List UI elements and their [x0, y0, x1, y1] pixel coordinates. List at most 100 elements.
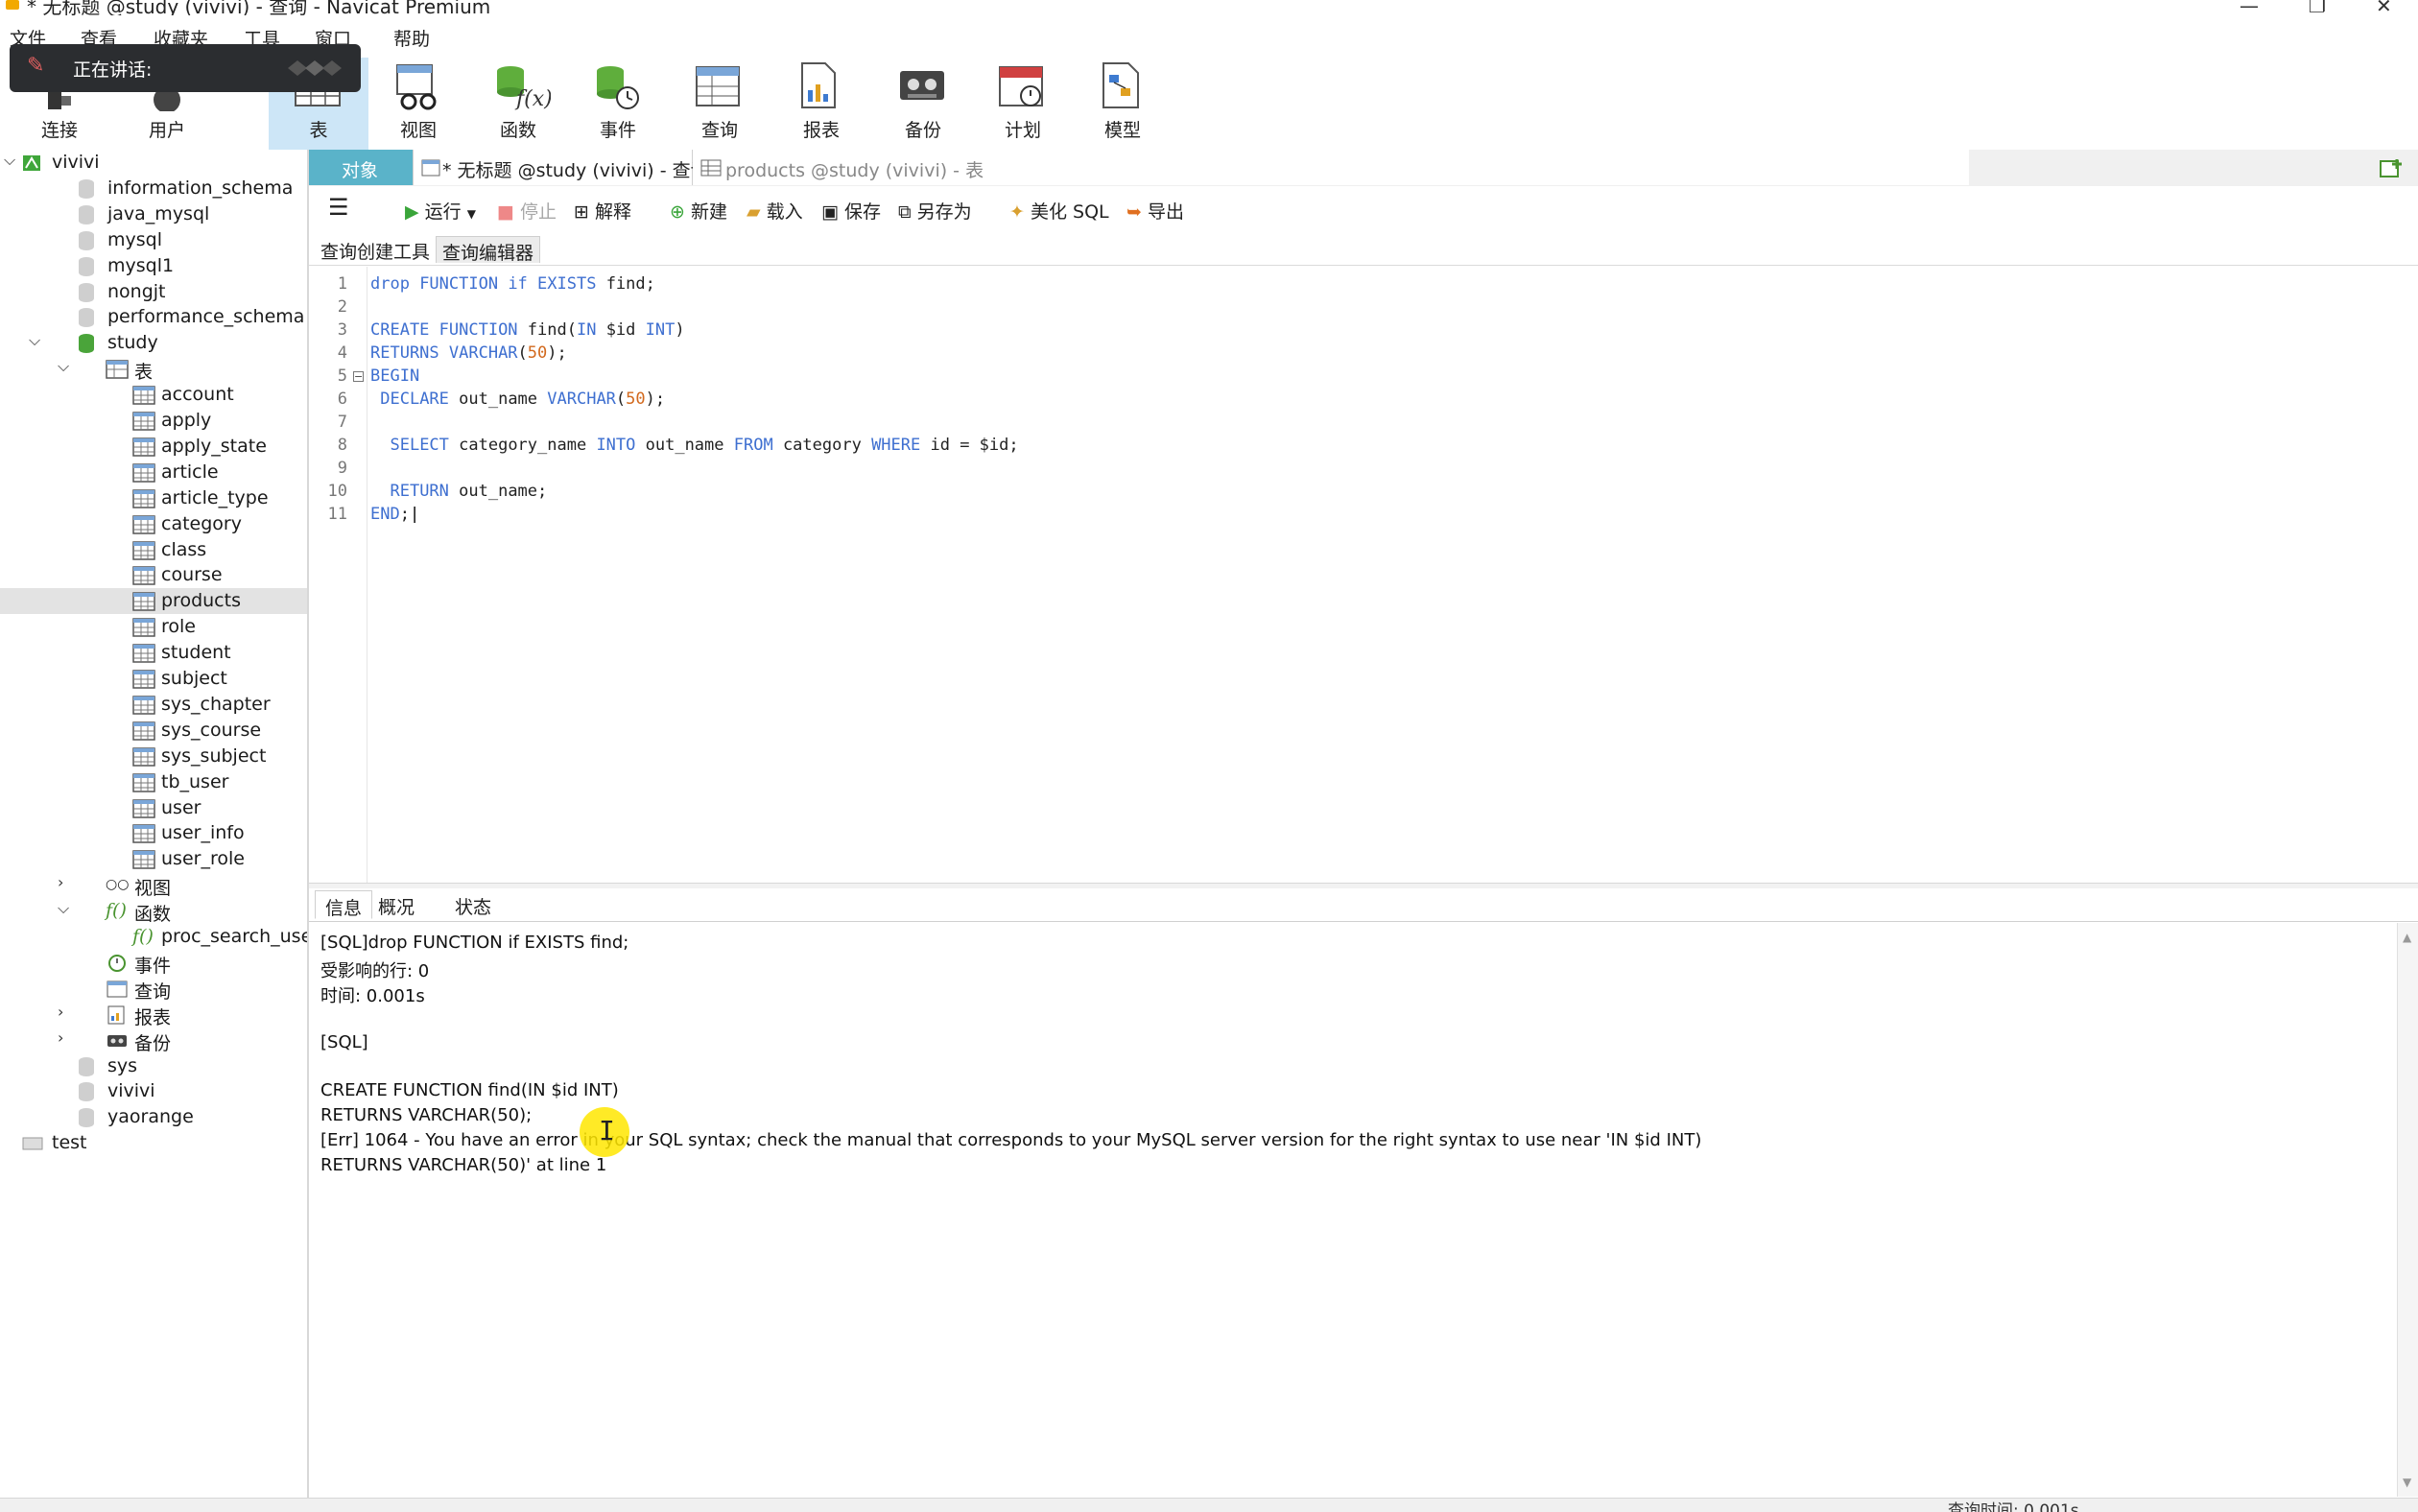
minimize-icon[interactable]: —: [2240, 0, 2259, 15]
tree-item[interactable]: information_schema: [0, 176, 307, 201]
beautify-sql-button[interactable]: ✦ 美化 SQL: [1009, 198, 1109, 224]
tab-status[interactable]: 状态: [445, 890, 501, 919]
close-icon[interactable]: ✕: [2376, 0, 2392, 15]
chevron-right-icon[interactable]: ›: [58, 1003, 63, 1021]
tab-objects[interactable]: 对象: [309, 150, 413, 185]
tree-item-label: user_info: [161, 822, 245, 844]
tree-item[interactable]: performance_schema: [0, 304, 307, 330]
tree-item[interactable]: nongjt: [0, 279, 307, 305]
tree-item[interactable]: user: [0, 795, 307, 821]
tree-item[interactable]: subject: [0, 666, 307, 692]
tree-item[interactable]: apply: [0, 408, 307, 434]
tree-item[interactable]: 事件: [0, 950, 307, 977]
new-tab-icon[interactable]: [2380, 157, 2405, 180]
tree-item[interactable]: user_role: [0, 846, 307, 872]
speaking-indicator: ✎ 正在讲话:: [10, 44, 361, 92]
sql-keyword: FROM: [733, 436, 783, 455]
fold-toggle-icon[interactable]: −: [353, 371, 364, 382]
function-button[interactable]: f(x) 函数: [468, 58, 568, 150]
tree-item[interactable]: role: [0, 614, 307, 640]
new-button[interactable]: ⊕ 新建: [670, 198, 727, 224]
event-button[interactable]: 事件: [568, 58, 668, 150]
chevron-down-icon[interactable]: ⌵: [4, 151, 15, 170]
query-button[interactable]: 查询: [670, 58, 770, 150]
tree-item-label: test: [52, 1132, 87, 1154]
stop-button[interactable]: ■ 停止: [497, 198, 557, 224]
tab-query-builder[interactable]: 查询创建工具: [315, 236, 436, 263]
tree-item-label: course: [161, 564, 223, 586]
line-number: 4: [337, 343, 347, 363]
tree-item[interactable]: 查询: [0, 976, 307, 1003]
backup-button[interactable]: 备份: [873, 58, 973, 150]
hamburger-menu-icon[interactable]: ☰: [328, 194, 349, 221]
tree-item[interactable]: › ○○ 视图: [0, 872, 307, 899]
tree-item-label: sys_course: [161, 719, 262, 741]
tree-item[interactable]: f() proc_search_user: [0, 924, 307, 950]
tree-item[interactable]: products: [0, 588, 307, 615]
tree-item[interactable]: sys_subject: [0, 744, 307, 769]
tree-item[interactable]: sys_chapter: [0, 692, 307, 718]
sql-editor[interactable]: 1 2 3 4 5 6 7 8 9 10 11 − drop FUNCTION if EXISTS …: [309, 267, 2418, 883]
tab-profile[interactable]: 概况: [368, 890, 424, 919]
save-as-button[interactable]: ⧉ 另存为: [898, 198, 972, 224]
scroll-up-icon[interactable]: ▲: [2403, 931, 2411, 944]
tree-item[interactable]: class: [0, 537, 307, 563]
chevron-right-icon[interactable]: ›: [58, 1028, 63, 1047]
export-button[interactable]: ➥ 导出: [1126, 198, 1184, 224]
tree-item[interactable]: sys: [0, 1053, 307, 1079]
report-button[interactable]: 报表: [771, 58, 871, 150]
chevron-right-icon[interactable]: ›: [58, 873, 63, 891]
tree-item[interactable]: account: [0, 382, 307, 408]
table-icon: [132, 386, 155, 405]
view-button[interactable]: 视图: [368, 58, 468, 150]
menu-help[interactable]: 帮助: [393, 25, 430, 51]
model-button[interactable]: 模型: [1073, 58, 1173, 150]
tree-item[interactable]: mysql1: [0, 253, 307, 279]
save-button[interactable]: ▣ 保存: [821, 198, 881, 224]
dropdown-arrow-icon[interactable]: ▼: [467, 207, 476, 221]
tree-item[interactable]: tb_user: [0, 769, 307, 795]
tree-item[interactable]: student: [0, 640, 307, 666]
tree-item-label: role: [161, 616, 196, 638]
tree-item[interactable]: apply_state: [0, 434, 307, 460]
scroll-down-icon[interactable]: ▼: [2403, 1476, 2411, 1489]
tree-item[interactable]: › 报表: [0, 1002, 307, 1028]
tree-item[interactable]: article: [0, 460, 307, 485]
tree-item[interactable]: category: [0, 511, 307, 537]
chevron-down-icon[interactable]: ⌵: [58, 357, 69, 376]
tree-item[interactable]: sys_course: [0, 718, 307, 744]
chevron-down-icon[interactable]: ⌵: [58, 899, 69, 918]
tab-query-editor[interactable]: 查询编辑器: [436, 236, 541, 264]
tree-item[interactable]: course: [0, 562, 307, 588]
message-scrollbar[interactable]: ▲ ▼: [2397, 923, 2418, 1497]
tree-item[interactable]: test: [0, 1130, 307, 1156]
restore-icon[interactable]: ❐: [2309, 0, 2326, 15]
backup-icon: [106, 1031, 129, 1051]
tree-item-label: 函数: [134, 904, 172, 926]
tree-item[interactable]: user_info: [0, 820, 307, 846]
tree-item[interactable]: mysql: [0, 227, 307, 253]
run-button[interactable]: ▶ 运行 ▼: [405, 198, 476, 224]
tree-item[interactable]: ⌵ 表: [0, 356, 307, 383]
chevron-down-icon[interactable]: ⌵: [29, 331, 40, 350]
tree-item[interactable]: › 备份: [0, 1028, 307, 1054]
sql-text: ;: [399, 505, 410, 524]
explain-button[interactable]: ⊞ 解释: [574, 198, 631, 224]
schedule-button[interactable]: 计划: [973, 58, 1073, 150]
load-button[interactable]: ▰ 载入: [747, 198, 803, 224]
tree-item[interactable]: ⌵ f() 函数: [0, 898, 307, 926]
report-icon: [801, 62, 836, 108]
tree-item[interactable]: yaorange: [0, 1104, 307, 1130]
navigation-tree[interactable]: ⌵ vivivi information_schema java_mysql mysql…: [0, 150, 309, 1498]
tree-item-label: 查询: [134, 980, 172, 1003]
tree-item[interactable]: ⌵ study: [0, 330, 307, 356]
tree-item[interactable]: ⌵ vivivi: [0, 150, 307, 176]
tab-products-table[interactable]: products @study (vivivi) - 表: [693, 150, 1969, 185]
tree-item[interactable]: vivivi: [0, 1078, 307, 1104]
tab-query[interactable]: * 无标题 @study (vivivi) - 查询: [413, 150, 709, 185]
tab-info[interactable]: 信息: [315, 890, 373, 919]
tree-item[interactable]: java_mysql: [0, 201, 307, 227]
tree-item[interactable]: article_type: [0, 485, 307, 511]
sql-keyword: IN: [576, 320, 606, 340]
